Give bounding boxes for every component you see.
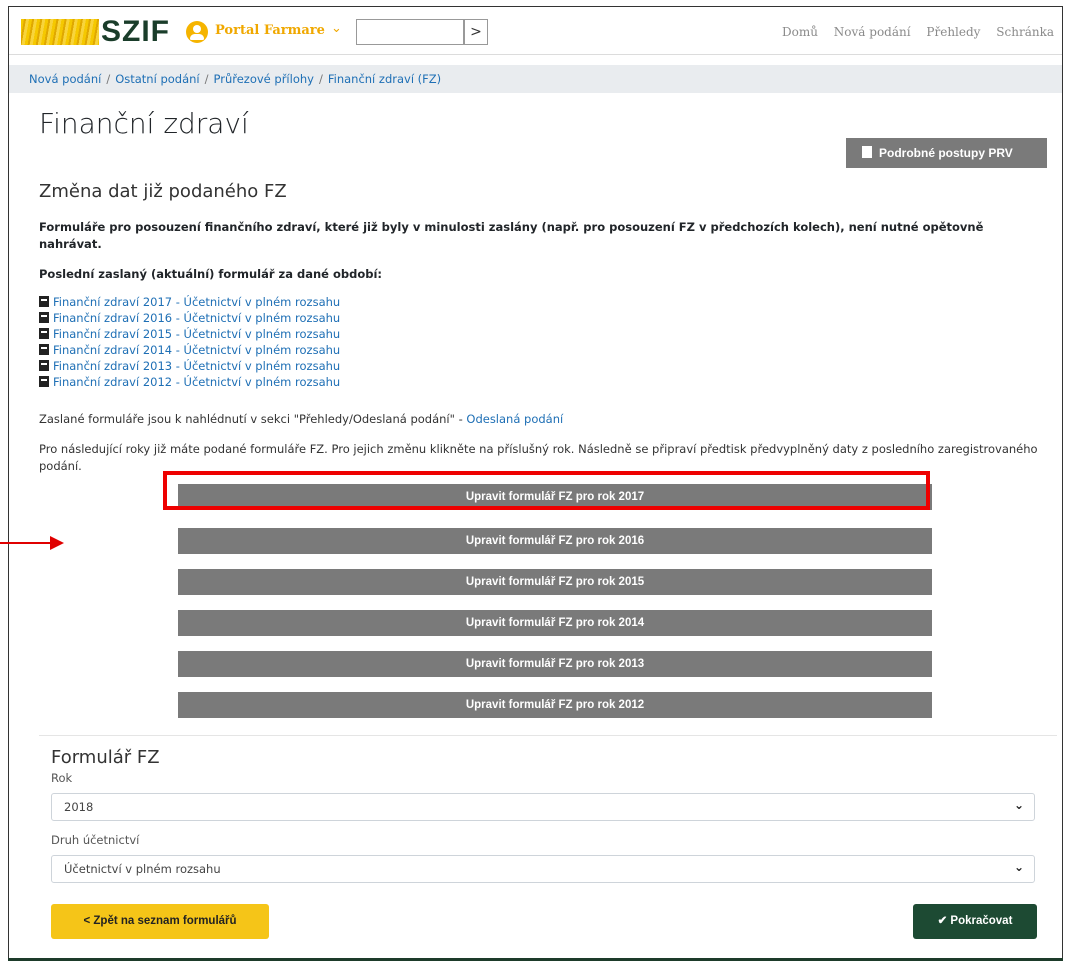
chevron-down-icon: ⌄	[1013, 798, 1024, 812]
back-to-forms-button[interactable]: < Zpět na seznam formulářů	[51, 904, 269, 939]
continue-button[interactable]: ✔ Pokračovat	[913, 904, 1037, 939]
nav-nova-podani[interactable]: Nová podání	[834, 25, 911, 39]
rok-select[interactable]: 2018 ⌄	[51, 793, 1035, 821]
druh-ucetnictvi-label: Druh účetnictví	[51, 833, 140, 847]
form-title: Formulář FZ	[51, 747, 160, 768]
pdf-icon	[39, 312, 49, 323]
breadcrumb-separator: /	[318, 72, 323, 86]
page-title: Finanční zdraví	[39, 107, 249, 140]
search-button[interactable]: >	[464, 19, 488, 45]
pdf-link-2014[interactable]: Finanční zdraví 2014 - Účetnictví v plné…	[39, 342, 340, 358]
portal-farmare-menu[interactable]: Portal Farmare	[215, 23, 325, 38]
odeslana-podani-link[interactable]: Odeslaná podání	[466, 412, 563, 426]
rok-label: Rok	[51, 771, 73, 785]
podrobne-postupy-label: Podrobné postupy PRV	[879, 146, 1013, 160]
edit-fz-2016-button[interactable]: Upravit formulář FZ pro rok 2016	[178, 528, 932, 554]
chevron-down-icon[interactable]: ⌄	[331, 21, 342, 36]
nav-schranka[interactable]: Schránka	[996, 25, 1054, 39]
search-input[interactable]	[356, 19, 464, 45]
pdf-link-2015[interactable]: Finanční zdraví 2015 - Účetnictví v plné…	[39, 326, 340, 342]
pdf-link-label[interactable]: Finanční zdraví 2014 - Účetnictví v plné…	[53, 343, 340, 357]
pdf-link-2013[interactable]: Finanční zdraví 2013 - Účetnictví v plné…	[39, 358, 340, 374]
rok-select-value: 2018	[64, 800, 94, 814]
pdf-link-2017[interactable]: Finanční zdraví 2017 - Účetnictví v plné…	[39, 294, 340, 310]
pdf-icon	[39, 360, 49, 371]
arrow-head-icon	[50, 536, 64, 550]
pdf-links-list: Finanční zdraví 2017 - Účetnictví v plné…	[39, 294, 340, 390]
breadcrumb-financni-zdravi[interactable]: Finanční zdraví (FZ)	[328, 72, 441, 86]
edit-fz-2015-button[interactable]: Upravit formulář FZ pro rok 2015	[178, 569, 932, 595]
podrobne-postupy-button[interactable]: Podrobné postupy PRV	[846, 138, 1047, 168]
pdf-link-2012[interactable]: Finanční zdraví 2012 - Účetnictví v plné…	[39, 374, 340, 390]
breadcrumb-ostatni-podani[interactable]: Ostatní podání	[115, 72, 199, 86]
breadcrumb: Nová podání / Ostatní podání / Průřezové pří…	[9, 65, 1062, 93]
edit-fz-2013-button[interactable]: Upravit formulář FZ pro rok 2013	[178, 651, 932, 677]
pdf-icon	[39, 296, 49, 307]
intro-text: Formuláře pro posouzení finančního zdrav…	[39, 220, 984, 251]
pdf-link-label[interactable]: Finanční zdraví 2017 - Účetnictví v plné…	[53, 295, 340, 309]
chevron-left-icon: <	[83, 915, 91, 927]
szif-logo-text[interactable]: SZIF	[101, 15, 170, 49]
highlight-box	[163, 471, 930, 510]
info-text: Pro následující roky již máte podané for…	[39, 442, 1038, 473]
edit-fz-2012-button[interactable]: Upravit formulář FZ pro rok 2012	[178, 692, 932, 718]
breadcrumb-separator: /	[204, 72, 209, 86]
pdf-link-label[interactable]: Finanční zdraví 2013 - Účetnictví v plné…	[53, 359, 340, 373]
sent-forms-label: Zaslané formuláře jsou k nahlédnutí v se…	[39, 412, 467, 426]
check-icon: ✔	[937, 915, 948, 927]
top-navbar: SZIF Portal Farmare ⌄ > Domů Nová podání…	[9, 7, 1062, 55]
main-nav: Domů Nová podání Přehledy Schránka	[770, 25, 1054, 39]
breadcrumb-separator: /	[106, 72, 111, 86]
continue-button-label: Pokračovat	[950, 915, 1013, 927]
pdf-icon	[39, 328, 49, 339]
edit-fz-2014-button[interactable]: Upravit formulář FZ pro rok 2014	[178, 610, 932, 636]
pdf-icon	[39, 376, 49, 387]
sent-forms-text: Zaslané formuláře jsou k nahlédnutí v se…	[39, 412, 563, 426]
pdf-link-label[interactable]: Finanční zdraví 2012 - Účetnictví v plné…	[53, 375, 340, 389]
last-sent-label: Poslední zaslaný (aktuální) formulář za …	[39, 267, 383, 281]
pdf-link-label[interactable]: Finanční zdraví 2015 - Účetnictví v plné…	[53, 327, 340, 341]
nav-domu[interactable]: Domů	[782, 25, 818, 39]
druh-select-value: Účetnictví v plném rozsahu	[64, 862, 221, 876]
document-icon	[862, 146, 872, 158]
breadcrumb-prurezove-prilohy[interactable]: Průřezové přílohy	[214, 72, 314, 86]
druh-ucetnictvi-select[interactable]: Účetnictví v plném rozsahu ⌄	[51, 855, 1035, 883]
user-icon[interactable]	[186, 21, 208, 43]
breadcrumb-nova-podani[interactable]: Nová podání	[29, 72, 101, 86]
pdf-icon	[39, 344, 49, 355]
chevron-down-icon: ⌄	[1013, 860, 1024, 874]
pdf-link-2016[interactable]: Finanční zdraví 2016 - Účetnictví v plné…	[39, 310, 340, 326]
pdf-link-label[interactable]: Finanční zdraví 2016 - Účetnictví v plné…	[53, 311, 340, 325]
frame-bottom-bar	[8, 958, 1063, 961]
szif-logo-icon[interactable]	[21, 19, 99, 45]
divider	[39, 735, 1057, 736]
nav-prehledy[interactable]: Přehledy	[926, 25, 980, 39]
back-button-label: Zpět na seznam formulářů	[93, 915, 237, 927]
arrow-annotation	[0, 542, 52, 544]
section-title: Změna dat již podaného FZ	[39, 181, 287, 202]
